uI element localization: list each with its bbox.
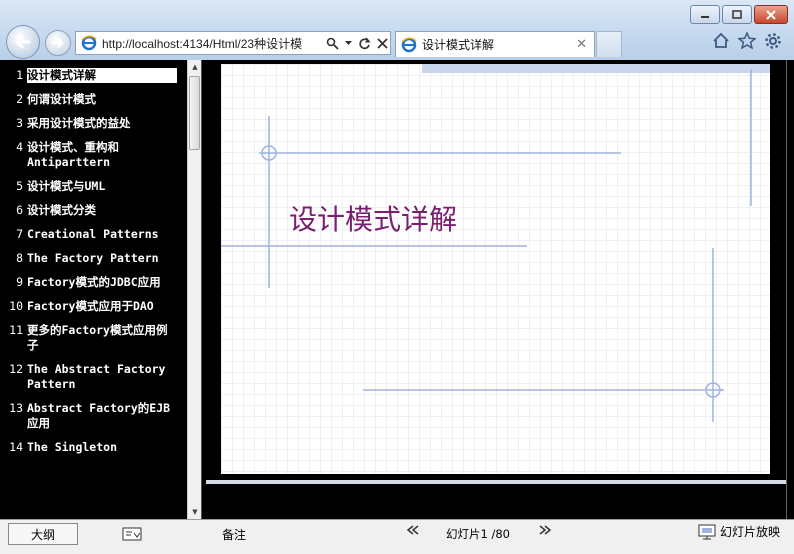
minimize-icon xyxy=(701,15,709,18)
outline-item-number: 10 xyxy=(9,299,23,313)
back-arrow-icon xyxy=(14,34,30,50)
outline-item[interactable]: 2 何谓设计模式 xyxy=(5,92,187,107)
outline-item-number: 11 xyxy=(9,323,23,337)
outline-item[interactable]: 9 Factory模式的JDBC应用 xyxy=(5,275,187,290)
browser-tab-active[interactable]: 设计模式详解 ✕ xyxy=(395,31,595,57)
outline-item-text: 设计模式、重构和Antiparttern xyxy=(27,140,119,169)
ie-page-icon xyxy=(81,35,97,51)
dropdown-arrow-icon[interactable] xyxy=(345,40,352,46)
outline-item-text: Factory模式的JDBC应用 xyxy=(27,275,161,289)
presentation-frame: 1 设计模式详解 2 何谓设计模式 3 采用设计模式的益处 4 设计模式、重构和Antipar… xyxy=(0,60,794,554)
outline-item-text: The Singleton xyxy=(27,440,118,454)
outline-item-text: 设计模式与UML xyxy=(27,179,106,193)
close-window-button[interactable] xyxy=(754,5,788,24)
maximize-icon xyxy=(732,10,742,19)
outline-item[interactable]: 10 Factory模式应用于DAO xyxy=(5,299,187,314)
outline-item-number: 2 xyxy=(16,92,23,106)
slide-canvas: 设计模式详解 xyxy=(221,64,770,474)
search-icon[interactable] xyxy=(326,37,339,50)
outline-item-number: 8 xyxy=(16,251,23,265)
gear-icon[interactable] xyxy=(764,32,782,50)
window-controls xyxy=(690,5,788,24)
outline-toggle-icon xyxy=(122,527,142,541)
maximize-button[interactable] xyxy=(722,5,752,24)
outline-item-number: 7 xyxy=(16,227,23,241)
outline-item[interactable]: 8 The Factory Pattern xyxy=(5,251,187,266)
scroll-thumb[interactable] xyxy=(189,76,200,150)
stop-icon[interactable] xyxy=(377,37,388,49)
expand-outline-button[interactable] xyxy=(112,523,152,545)
outline-item-text: Factory模式应用于DAO xyxy=(27,299,154,313)
slideshow-label: 幻灯片放映 xyxy=(720,525,781,539)
slide-area: 设计模式详解 xyxy=(206,60,786,480)
browser-tools xyxy=(712,32,782,50)
outline-item-number: 4 xyxy=(16,140,23,154)
tab-close-icon[interactable]: ✕ xyxy=(576,37,587,52)
outline-item[interactable]: 7 Creational Patterns xyxy=(5,227,187,242)
outline-item[interactable]: 11 更多的Factory模式应用例子 xyxy=(5,323,187,353)
outline-item-text: The Factory Pattern xyxy=(27,251,159,265)
outline-button-label: 大纲 xyxy=(30,527,55,542)
forward-button[interactable] xyxy=(45,30,71,56)
outline-item-number: 12 xyxy=(9,362,23,376)
bottom-toolbar: 大纲 备注 幻灯片1 /80 幻灯片放映 xyxy=(0,519,794,554)
ie-tab-icon xyxy=(401,37,417,52)
outline-item-text: Abstract Factory的EJB应用 xyxy=(27,401,171,430)
outline-item-number: 9 xyxy=(16,275,23,289)
outline-item-number: 1 xyxy=(16,68,23,82)
slide-title: 设计模式详解 xyxy=(289,203,458,236)
scroll-up-icon[interactable]: ▲ xyxy=(188,60,202,74)
right-frame-edge xyxy=(786,60,794,519)
outline-pane: 1 设计模式详解 2 何谓设计模式 3 采用设计模式的益处 4 设计模式、重构和Antipar… xyxy=(5,60,187,519)
outline-scrollbar[interactable]: ▲ ▼ xyxy=(187,60,201,519)
outline-item[interactable]: 12 The Abstract Factory Pattern xyxy=(5,362,187,392)
next-arrow-icon xyxy=(539,525,552,535)
new-tab-button[interactable] xyxy=(596,31,622,57)
tab-title: 设计模式详解 xyxy=(422,38,495,52)
notes-label[interactable]: 备注 xyxy=(222,526,246,543)
outline-item[interactable]: 14 The Singleton xyxy=(5,440,187,455)
outline-item[interactable]: 1 设计模式详解 xyxy=(5,68,187,83)
prev-arrow-icon xyxy=(406,525,419,535)
slide-counter: 幻灯片1 /80 xyxy=(446,527,510,541)
notes-pane[interactable] xyxy=(206,484,786,519)
outline-item[interactable]: 3 采用设计模式的益处 xyxy=(5,116,187,131)
address-bar[interactable]: http://localhost:4134/Html/23种设计模 xyxy=(75,31,391,55)
outline-item-number: 14 xyxy=(9,440,23,454)
outline-item-number: 5 xyxy=(16,179,23,193)
slideshow-icon xyxy=(698,524,716,539)
slideshow-button[interactable]: 幻灯片放映 xyxy=(698,523,780,540)
close-icon xyxy=(766,9,776,20)
outline-button[interactable]: 大纲 xyxy=(8,523,78,545)
outline-item-text: 设计模式分类 xyxy=(27,203,96,217)
address-tools xyxy=(326,36,388,50)
address-text[interactable]: http://localhost:4134/Html/23种设计模 xyxy=(102,35,322,52)
forward-arrow-icon xyxy=(52,38,64,48)
home-icon[interactable] xyxy=(712,32,730,49)
outline-item-number: 13 xyxy=(9,401,23,415)
outline-item[interactable]: 6 设计模式分类 xyxy=(5,203,187,218)
favorites-star-icon[interactable] xyxy=(738,32,756,49)
outline-item-number: 6 xyxy=(16,203,23,217)
outline-item[interactable]: 13 Abstract Factory的EJB应用 xyxy=(5,401,187,431)
back-button[interactable] xyxy=(6,25,40,59)
outline-item-text: 何谓设计模式 xyxy=(27,92,96,106)
refresh-icon[interactable] xyxy=(358,36,371,50)
outline-item-text: The Abstract Factory Pattern xyxy=(27,362,166,391)
scroll-down-icon[interactable]: ▼ xyxy=(188,505,202,519)
slide-decoration xyxy=(221,69,752,422)
outline-item[interactable]: 5 设计模式与UML xyxy=(5,179,187,194)
outline-item-text: Creational Patterns xyxy=(27,227,159,241)
browser-chrome: http://localhost:4134/Html/23种设计模 设计模式详解… xyxy=(0,0,794,60)
outline-item-text: 采用设计模式的益处 xyxy=(27,116,131,130)
next-slide-button[interactable] xyxy=(538,524,552,539)
previous-slide-button[interactable] xyxy=(406,524,420,539)
outline-item-text: 设计模式详解 xyxy=(27,68,177,83)
minimize-button[interactable] xyxy=(690,5,720,24)
outline-item[interactable]: 4 设计模式、重构和Antiparttern xyxy=(5,140,187,170)
outline-item-text: 更多的Factory模式应用例子 xyxy=(27,323,168,352)
outline-item-number: 3 xyxy=(16,116,23,130)
